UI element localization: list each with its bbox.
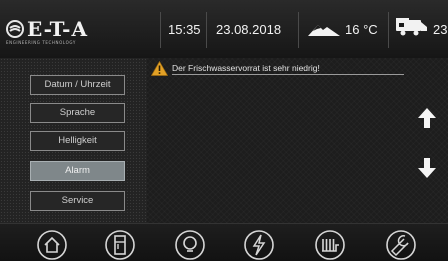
menu-item-alarm[interactable]: Alarm xyxy=(30,161,125,181)
outside-temp: 16 °C xyxy=(345,22,378,37)
alarm-message: Der Frischwasservorrat ist sehr niedrig! xyxy=(172,63,404,75)
logo-wordmark: E-T-A xyxy=(27,17,88,41)
home-icon[interactable] xyxy=(36,229,68,261)
time-display: 15:35 xyxy=(168,22,201,37)
menu-item-helligkeit[interactable]: Helligkeit xyxy=(30,131,125,151)
alarm-panel: Der Frischwasservorrat ist sehr niedrig! xyxy=(147,58,448,223)
logo-tagline: ENGINEERING TECHNOLOGY xyxy=(6,40,76,45)
header-divider xyxy=(160,12,161,48)
eta-logo: E-T-A ENGINEERING TECHNOLOGY xyxy=(6,17,138,50)
power-icon[interactable] xyxy=(243,229,275,261)
inside-temp: 23 °C xyxy=(433,22,448,37)
header-divider xyxy=(388,12,389,48)
wrench-icon[interactable] xyxy=(385,229,417,261)
bottom-nav xyxy=(0,223,448,261)
header-divider xyxy=(298,12,299,48)
arrow-down-icon[interactable] xyxy=(417,156,437,180)
logo-swirl-icon xyxy=(6,20,24,38)
caravan-icon xyxy=(396,18,427,36)
date-display: 23.08.2018 xyxy=(216,22,282,37)
header-divider xyxy=(206,12,207,48)
outside-temp-icon xyxy=(308,25,340,36)
menu-item-datum-uhrzeit[interactable]: Datum / Uhrzeit xyxy=(30,75,125,95)
header-bar: E-T-A ENGINEERING TECHNOLOGY 15:35 23.08… xyxy=(0,0,448,59)
warning-icon xyxy=(151,61,168,76)
menu-item-sprache[interactable]: Sprache xyxy=(30,103,125,123)
heater-icon[interactable] xyxy=(314,229,346,261)
settings-menu: Datum / Uhrzeit Sprache Helligkeit Alarm… xyxy=(0,58,147,223)
bulb-icon[interactable] xyxy=(174,229,206,261)
arrow-up-icon[interactable] xyxy=(417,106,437,130)
fridge-icon[interactable] xyxy=(104,229,136,261)
menu-item-service[interactable]: Service xyxy=(30,191,125,211)
